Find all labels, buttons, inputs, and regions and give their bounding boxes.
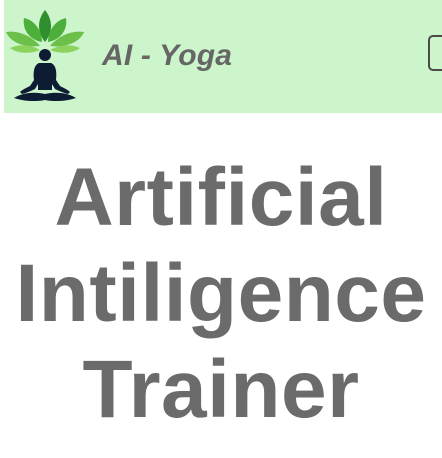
hero-section: Artificial Intiligence Trainer [0, 150, 442, 438]
navbar: AI - Yoga [4, 0, 442, 113]
hero-title-line-3: Trainer [82, 344, 360, 435]
page: AI - Yoga Artificial Intiligence Trainer [0, 0, 442, 458]
yoga-logo-icon [6, 10, 84, 102]
navbar-toggle-button[interactable] [428, 35, 442, 71]
hero-title-line-1: Artificial [54, 152, 388, 243]
hero-title-line-2: Intiligence [15, 248, 427, 339]
brand-link[interactable]: AI - Yoga [4, 6, 232, 106]
brand-name: AI - Yoga [102, 39, 233, 72]
